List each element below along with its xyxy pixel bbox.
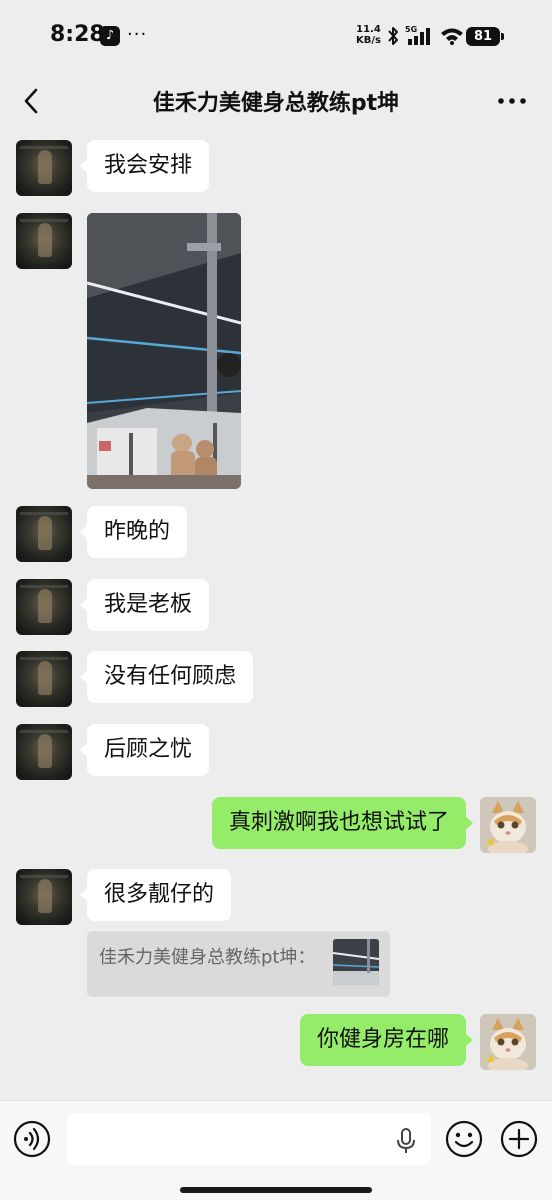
contact-avatar[interactable] [16, 869, 72, 925]
bluetooth-icon [388, 27, 398, 45]
received-message[interactable]: 没有任何顾虑 [79, 651, 254, 703]
quoted-message[interactable]: 佳禾力美健身总教练pt坤： [87, 931, 390, 997]
contact-avatar[interactable] [16, 140, 72, 196]
home-indicator [180, 1187, 372, 1193]
more-menu-button[interactable] [496, 86, 528, 116]
contact-avatar[interactable] [16, 213, 72, 269]
notification-dots: ··· [127, 24, 148, 45]
microphone-icon[interactable] [395, 1128, 417, 1154]
contact-avatar[interactable] [16, 506, 72, 562]
contact-avatar[interactable] [16, 651, 72, 707]
quoted-image-thumbnail [333, 939, 379, 985]
tiktok-icon: ♪ [100, 26, 120, 46]
received-message[interactable]: 后顾之忧 [79, 724, 210, 776]
wifi-icon [441, 28, 463, 45]
emoji-button[interactable] [445, 1120, 483, 1158]
received-message[interactable]: 昨晚的 [79, 506, 188, 558]
network-type: 5G [405, 25, 417, 34]
sent-message[interactable]: 真刺激啊我也想试试了 [211, 797, 474, 849]
sent-message[interactable]: 你健身房在哪 [299, 1014, 474, 1066]
network-speed-value: 11.4 [356, 24, 381, 35]
cat-avatar-image [480, 1014, 536, 1070]
voice-input-button[interactable] [13, 1120, 51, 1158]
received-message[interactable]: 我会安排 [79, 140, 210, 192]
input-bar [0, 1100, 552, 1200]
chat-header: 佳禾力美健身总教练pt坤 [0, 72, 552, 128]
cellular-signal-icon: 5G [405, 25, 430, 45]
status-bar: 8:28 ♪ ··· 11.4 KB/s 5G 81 [0, 0, 552, 72]
chat-title: 佳禾力美健身总教练pt坤 [152, 91, 400, 116]
battery-indicator: 81 [466, 27, 504, 46]
my-avatar[interactable] [480, 1014, 536, 1070]
cat-avatar-image [480, 797, 536, 853]
received-message[interactable]: 很多靓仔的 [79, 869, 232, 921]
image-message[interactable] [87, 213, 241, 489]
message-input[interactable] [67, 1113, 431, 1165]
network-speed: 11.4 KB/s [356, 24, 381, 46]
contact-avatar[interactable] [16, 724, 72, 780]
my-avatar[interactable] [480, 797, 536, 853]
contact-avatar[interactable] [16, 579, 72, 635]
more-functions-button[interactable] [500, 1120, 538, 1158]
back-button[interactable] [18, 86, 48, 116]
gym-photo [87, 213, 241, 489]
network-speed-unit: KB/s [356, 35, 381, 46]
received-message[interactable]: 我是老板 [79, 579, 210, 631]
status-time: 8:28 [50, 22, 105, 47]
quoted-message-text: 佳禾力美健身总教练pt坤： [99, 947, 316, 968]
